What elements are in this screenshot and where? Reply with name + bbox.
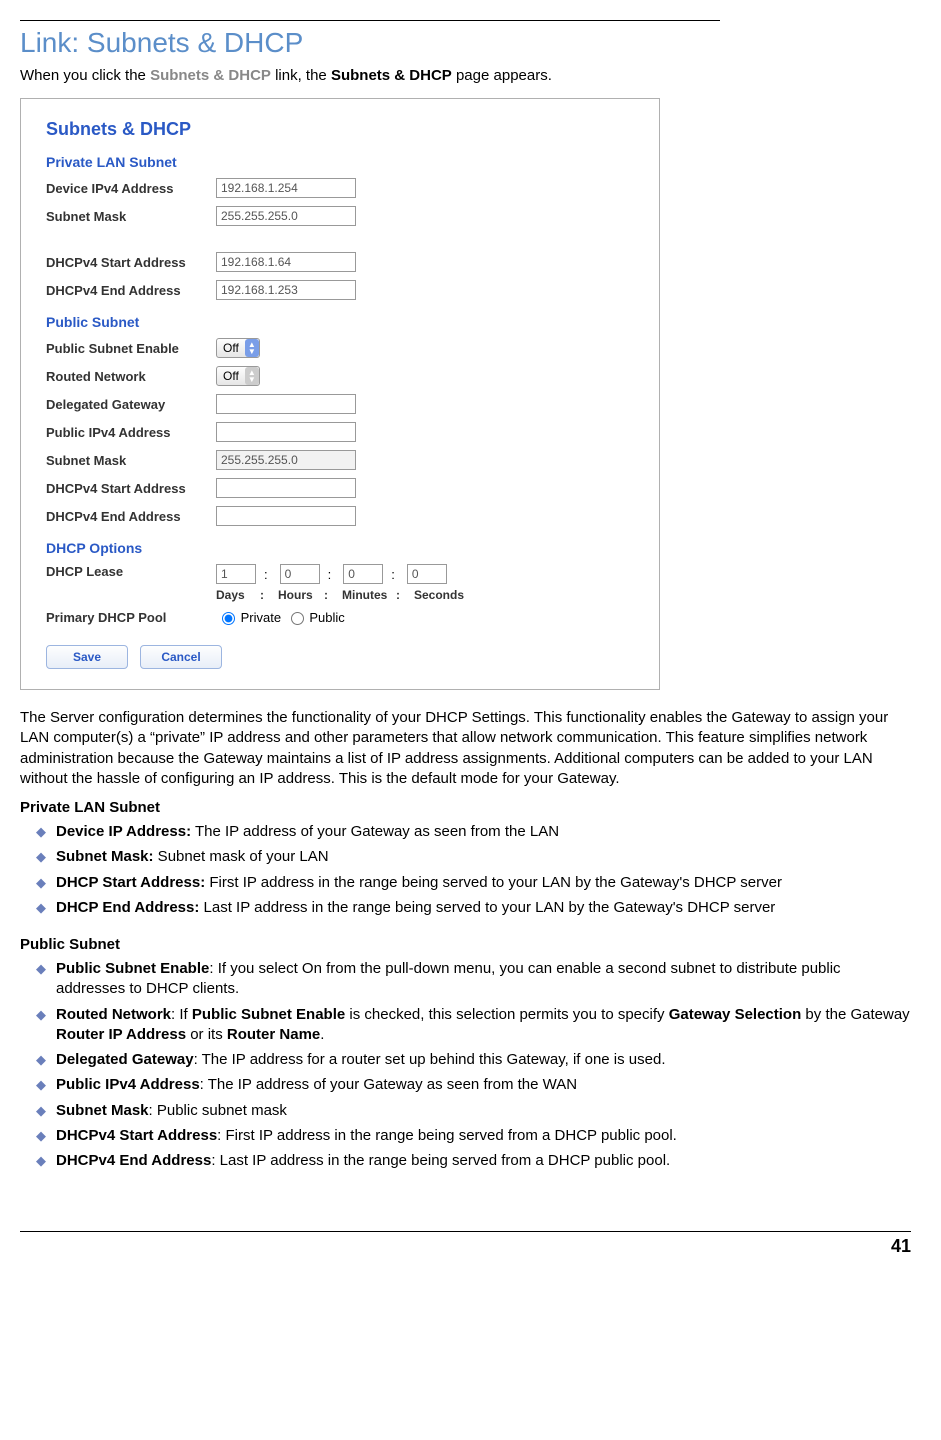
list-item: DHCPv4 Start Address: First IP address i… [40, 1126, 911, 1146]
label-subnet-mask: Subnet Mask [46, 209, 216, 224]
select-routed-network-value: Off [217, 369, 245, 383]
list-item: Public Subnet Enable: If you select On f… [40, 959, 911, 1000]
list-item: Public IPv4 Address: The IP address of y… [40, 1075, 911, 1095]
input-delegated-gateway[interactable] [216, 394, 356, 414]
label-routed-network: Routed Network [46, 369, 216, 384]
label-dhcp-end: DHCPv4 End Address [46, 283, 216, 298]
body-paragraph-1: The Server configuration determines the … [20, 708, 911, 789]
cancel-button[interactable]: Cancel [140, 645, 222, 669]
label-primary-pool: Primary DHCP Pool [46, 610, 216, 625]
list-item: Device IP Address: The IP address of you… [40, 822, 911, 842]
radio-pool-private[interactable] [222, 612, 235, 625]
screenshot-heading: Subnets & DHCP [46, 119, 639, 140]
intro-link-label: Subnets & DHCP [150, 67, 271, 84]
colon-l1: : [260, 588, 278, 602]
label-public-dhcp-start: DHCPv4 Start Address [46, 481, 216, 496]
private-subnet-heading: Private LAN Subnet [46, 154, 639, 170]
label-public-dhcp-end: DHCPv4 End Address [46, 509, 216, 524]
colon-2: : [328, 567, 332, 582]
unit-hours: Hours [278, 588, 324, 602]
top-rule [20, 20, 720, 21]
label-public-subnet-mask: Subnet Mask [46, 453, 216, 468]
save-button[interactable]: Save [46, 645, 128, 669]
label-public-enable: Public Subnet Enable [46, 341, 216, 356]
row-dhcp-start: DHCPv4 Start Address [46, 252, 639, 272]
colon-1: : [264, 567, 268, 582]
list-item: Delegated Gateway: The IP address for a … [40, 1050, 911, 1070]
input-device-ip[interactable] [216, 178, 356, 198]
label-dhcp-start: DHCPv4 Start Address [46, 255, 216, 270]
input-public-dhcp-start[interactable] [216, 478, 356, 498]
intro-mid: link, the [275, 67, 331, 84]
input-public-subnet-mask [216, 450, 356, 470]
list-item: DHCP End Address: Last IP address in the… [40, 898, 911, 918]
label-dhcp-lease: DHCP Lease [46, 564, 216, 579]
row-subnet-mask: Subnet Mask [46, 206, 639, 226]
select-public-enable-value: Off [217, 341, 245, 355]
row-device-ip: Device IPv4 Address [46, 178, 639, 198]
page-number: 41 [891, 1236, 911, 1257]
select-public-enable[interactable]: Off ▲▼ [216, 338, 260, 358]
row-public-subnet-mask: Subnet Mask [46, 450, 639, 470]
public-list: Public Subnet Enable: If you select On f… [20, 959, 911, 1171]
unit-minutes: Minutes [342, 588, 396, 602]
dhcp-options-heading: DHCP Options [46, 540, 639, 556]
list-item: DHCPv4 End Address: Last IP address in t… [40, 1151, 911, 1171]
input-dhcp-start[interactable] [216, 252, 356, 272]
list-item: Routed Network: If Public Subnet Enable … [40, 1005, 911, 1046]
row-public-dhcp-end: DHCPv4 End Address [46, 506, 639, 526]
row-routed-network: Routed Network Off ▲▼ [46, 366, 639, 386]
private-lan-heading: Private LAN Subnet [20, 799, 911, 816]
label-device-ip: Device IPv4 Address [46, 181, 216, 196]
radio-label-private: Private [241, 610, 281, 625]
chevron-updown-icon: ▲▼ [245, 367, 259, 385]
input-dhcp-end[interactable] [216, 280, 356, 300]
footer: 41 [20, 1231, 911, 1257]
row-primary-pool: Primary DHCP Pool Private Public [46, 610, 639, 625]
unit-days: Days [216, 588, 260, 602]
input-lease-minutes[interactable] [343, 564, 383, 584]
public-subnet-heading-body: Public Subnet [20, 936, 911, 953]
intro-post: page appears. [456, 67, 552, 84]
label-delegated-gateway: Delegated Gateway [46, 397, 216, 412]
intro-page-label: Subnets & DHCP [331, 67, 452, 84]
private-list: Device IP Address: The IP address of you… [20, 822, 911, 918]
list-item: Subnet Mask: Subnet mask of your LAN [40, 847, 911, 867]
list-item: DHCP Start Address: First IP address in … [40, 873, 911, 893]
input-lease-seconds[interactable] [407, 564, 447, 584]
radio-label-public: Public [309, 610, 344, 625]
public-subnet-heading: Public Subnet [46, 314, 639, 330]
select-routed-network: Off ▲▼ [216, 366, 260, 386]
page-title: Link: Subnets & DHCP [20, 27, 911, 59]
input-subnet-mask[interactable] [216, 206, 356, 226]
input-public-ip[interactable] [216, 422, 356, 442]
list-item: Subnet Mask: Public subnet mask [40, 1101, 911, 1121]
input-lease-days[interactable] [216, 564, 256, 584]
row-public-enable: Public Subnet Enable Off ▲▼ [46, 338, 639, 358]
intro-pre: When you click the [20, 67, 150, 84]
radio-pool-public[interactable] [291, 612, 304, 625]
colon-3: : [391, 567, 395, 582]
colon-l2: : [324, 588, 342, 602]
colon-l3: : [396, 588, 414, 602]
settings-screenshot: Subnets & DHCP Private LAN Subnet Device… [20, 98, 660, 690]
row-public-dhcp-start: DHCPv4 Start Address [46, 478, 639, 498]
unit-seconds: Seconds [414, 588, 464, 602]
row-dhcp-lease: DHCP Lease : : : Days : Hours : Minutes … [46, 564, 639, 602]
input-public-dhcp-end[interactable] [216, 506, 356, 526]
row-dhcp-end: DHCPv4 End Address [46, 280, 639, 300]
intro-paragraph: When you click the Subnets & DHCP link, … [20, 67, 911, 84]
chevron-updown-icon: ▲▼ [245, 339, 259, 357]
row-delegated-gateway: Delegated Gateway [46, 394, 639, 414]
input-lease-hours[interactable] [280, 564, 320, 584]
row-public-ip: Public IPv4 Address [46, 422, 639, 442]
label-public-ip: Public IPv4 Address [46, 425, 216, 440]
